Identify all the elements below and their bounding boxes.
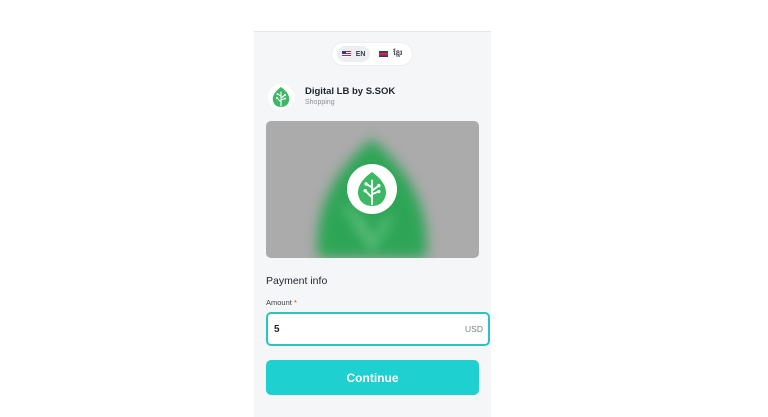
currency-label: USD: [465, 324, 483, 334]
language-switcher: EN ខ្មែរ: [332, 43, 412, 65]
language-label-en: EN: [355, 50, 366, 58]
checkout-panel: EN ខ្មែរ Digital LB by S.SOK Shopping Pa…: [254, 31, 491, 417]
amount-label-text: Amount: [266, 298, 292, 307]
continue-button[interactable]: Continue: [266, 360, 479, 395]
cambodia-flag-icon: [379, 51, 389, 57]
leaf-icon: [272, 87, 290, 107]
language-option-en[interactable]: EN: [336, 46, 371, 62]
merchant-header: Digital LB by S.SOK Shopping: [268, 84, 395, 110]
required-asterisk: *: [293, 298, 297, 307]
banner-logo: [347, 164, 397, 214]
merchant-category: Shopping: [305, 99, 335, 106]
merchant-logo: [268, 84, 294, 110]
payment-info-title: Payment info: [266, 275, 328, 287]
amount-field: USD: [266, 312, 490, 346]
merchant-name: Digital LB by S.SOK: [305, 86, 396, 97]
amount-input[interactable]: [274, 323, 424, 335]
leaf-icon: [357, 172, 387, 206]
merchant-banner-image: [266, 121, 479, 258]
language-option-km[interactable]: ខ្មែរ: [374, 46, 407, 62]
us-flag-icon: [341, 51, 351, 57]
amount-label: Amount *: [266, 298, 297, 307]
language-label-km: ខ្មែរ: [393, 50, 403, 57]
